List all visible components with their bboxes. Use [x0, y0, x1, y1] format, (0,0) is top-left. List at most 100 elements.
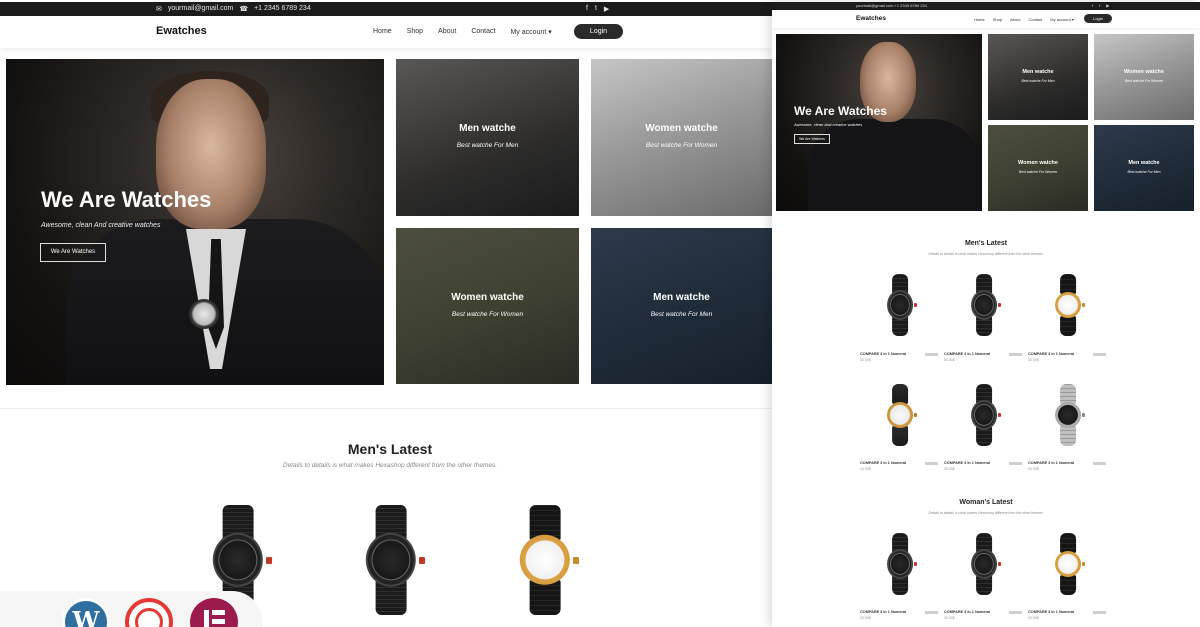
preview-contact: yourmail@gmail.com +1 2345 6789 234	[856, 3, 927, 8]
preview-product-image[interactable]	[966, 384, 1002, 446]
twitter-icon[interactable]: t	[595, 5, 597, 13]
tile-title: Women watche	[1018, 160, 1058, 166]
tile-title: Women watche	[645, 123, 718, 134]
preview-product-caption[interactable]: COMPARE 3 In 1 Numeral 50.00$	[1028, 352, 1106, 362]
preview-product-image[interactable]	[882, 274, 918, 336]
preview-hero-button[interactable]: We Are Watches	[794, 134, 830, 144]
tile-title: Men watche	[1128, 160, 1160, 166]
hero-wrist-watch	[189, 299, 219, 329]
preview-menu-contact[interactable]: Contact	[1028, 17, 1042, 22]
template-showcase: ✉ yourmail@gmail.com ☎ +1 2345 6789 234 …	[0, 0, 1200, 627]
category-tile-men-2[interactable]: Men watche Best watche For Men	[591, 228, 772, 384]
preview-tile-women-1[interactable]: Women watche Best watche For Women	[1094, 34, 1194, 120]
preview-product-image[interactable]	[966, 274, 1002, 336]
main-menu: Home Shop About Contact My account	[373, 28, 552, 36]
menu-item-contact[interactable]: Contact	[471, 28, 495, 36]
hero-title: We Are Watches	[41, 187, 212, 212]
product-price: 50.00$	[944, 358, 955, 362]
youtube-icon[interactable]: ▶	[604, 5, 609, 13]
section-divider	[0, 408, 772, 409]
product-price: 50.00$	[860, 358, 871, 362]
preview-social: f t ▶	[1092, 3, 1109, 8]
preview-menu: Home Shop About Contact My account ▾	[974, 17, 1074, 22]
preview-tile-men-1[interactable]: Men watche Best watche For Men	[988, 34, 1088, 120]
category-tile-women-1[interactable]: Women watche Best watche For Women	[591, 59, 772, 216]
full-page-preview: yourmail@gmail.com +1 2345 6789 234 f t …	[772, 2, 1200, 627]
product-price: 50.00$	[1028, 616, 1039, 620]
preview-product-image[interactable]	[1050, 274, 1086, 336]
preview-hero-subtitle: Awesome, clean And creative watches	[794, 122, 863, 127]
category-tile-men-1[interactable]: Men watche Best watche For Men	[396, 59, 579, 216]
preview-hero-title: We Are Watches	[794, 104, 887, 118]
email-link[interactable]: yourmail@gmail.com	[168, 5, 233, 13]
preview-product-caption[interactable]: COMPARE 3 In 1 Numeral 20.00$	[944, 461, 1022, 471]
preview-womans-latest-subtitle: Details to details is what makes Hexasho…	[928, 511, 1044, 515]
site-logo[interactable]: Ewatches	[156, 25, 207, 37]
category-tile-women-2[interactable]: Women watche Best watche For Women	[396, 228, 579, 384]
tile-subtitle: Best watche For Men	[1021, 79, 1055, 83]
product-price: 20.00$	[944, 616, 955, 620]
tile-title: Women watche	[1124, 69, 1164, 75]
preview-product-image[interactable]	[882, 533, 918, 595]
preview-navbar: Ewatches Home Shop About Contact My acco…	[772, 10, 1200, 28]
preview-product-caption[interactable]: COMPARE 3 In 1 Numeral 10.00$	[860, 461, 938, 471]
product-price: 20.00$	[944, 467, 955, 471]
preview-product-caption[interactable]: COMPARE 3 In 1 Numeral 50.00$	[860, 352, 938, 362]
product-watch-image[interactable]	[510, 505, 580, 615]
menu-item-shop[interactable]: Shop	[407, 28, 423, 36]
product-price: 20.00$	[860, 616, 871, 620]
mail-icon: ✉	[156, 6, 162, 13]
preview-product-caption[interactable]: COMPARE 3 In 1 Numeral 50.00$	[944, 352, 1022, 362]
login-button[interactable]: Login	[574, 24, 623, 39]
preview-mens-latest-title: Men's Latest	[964, 240, 1008, 247]
product-price: 10.00$	[860, 467, 871, 471]
preview-product-image[interactable]	[1050, 533, 1086, 595]
preview-logo[interactable]: Ewatches	[856, 15, 886, 22]
preview-product-caption[interactable]: COMPARE 3 In 1 Numeral 20.00$	[944, 610, 1022, 620]
tile-title: Men watche	[459, 123, 516, 134]
tile-subtitle: Best watche For Women	[1018, 170, 1058, 174]
phone-link[interactable]: +1 2345 6789 234	[254, 5, 311, 13]
wordpress-icon: W	[62, 598, 110, 627]
youtube-icon[interactable]: ▶	[1106, 3, 1109, 8]
preview-product-caption[interactable]: COMPARE 3 In 1 Numeral 30.00$	[1028, 461, 1106, 471]
preview-tile-women-2[interactable]: Women watche Best watche For Women	[988, 125, 1088, 211]
preview-product-image[interactable]	[882, 384, 918, 446]
menu-item-about[interactable]: About	[438, 28, 456, 36]
preview-product-caption[interactable]: COMPARE 3 In 1 Numeral 50.00$	[1028, 610, 1106, 620]
facebook-icon[interactable]: f	[1092, 3, 1093, 8]
mens-latest-subtitle: Details to details is what makes Hexasho…	[282, 462, 498, 469]
preview-womans-latest-title: Woman's Latest	[959, 499, 1013, 506]
main-navbar: Ewatches Home Shop About Contact My acco…	[0, 16, 772, 48]
tile-subtitle: Best watche For Men	[456, 142, 519, 149]
preview-menu-home[interactable]: Home	[974, 17, 985, 22]
menu-item-home[interactable]: Home	[373, 28, 392, 36]
plugin-badges: W	[0, 591, 262, 627]
hero-banner: We Are Watches Awesome, clean And creati…	[6, 59, 384, 385]
tile-subtitle: Best watche For Women	[1124, 79, 1164, 83]
product-price: 50.00$	[1028, 358, 1039, 362]
preview-hero: We Are Watches Awesome, clean And creati…	[776, 34, 982, 211]
social-links: f t ▶	[586, 5, 609, 13]
preview-menu-about[interactable]: About	[1010, 17, 1020, 22]
tile-title: Men watche	[1022, 69, 1054, 75]
tile-subtitle: Best watche For Men	[1127, 170, 1161, 174]
top-bar: ✉ yourmail@gmail.com ☎ +1 2345 6789 234 …	[0, 2, 772, 16]
facebook-icon[interactable]: f	[586, 5, 588, 13]
preview-menu-my-account[interactable]: My account ▾	[1050, 17, 1074, 22]
preview-product-image[interactable]	[1050, 384, 1086, 446]
preview-login-button[interactable]: Login	[1084, 14, 1112, 23]
preview-tile-men-2[interactable]: Men watche Best watche For Men	[1094, 125, 1194, 211]
hero-button[interactable]: We Are Watches	[40, 243, 106, 262]
menu-item-my-account[interactable]: My account	[510, 28, 551, 36]
product-price: 30.00$	[1028, 467, 1039, 471]
preview-menu-shop[interactable]: Shop	[993, 17, 1002, 22]
product-watch-image[interactable]	[356, 505, 426, 615]
phone-icon: ☎	[239, 6, 249, 13]
preview-product-image[interactable]	[966, 533, 1002, 595]
preview-mens-latest-subtitle: Details to details is what makes Hexasho…	[928, 252, 1044, 256]
twitter-icon[interactable]: t	[1099, 3, 1100, 8]
tile-subtitle: Best watche For Women	[451, 311, 524, 318]
preview-product-caption[interactable]: COMPARE 3 In 1 Numeral 20.00$	[860, 610, 938, 620]
contact-info: ✉ yourmail@gmail.com ☎ +1 2345 6789 234	[156, 5, 311, 13]
